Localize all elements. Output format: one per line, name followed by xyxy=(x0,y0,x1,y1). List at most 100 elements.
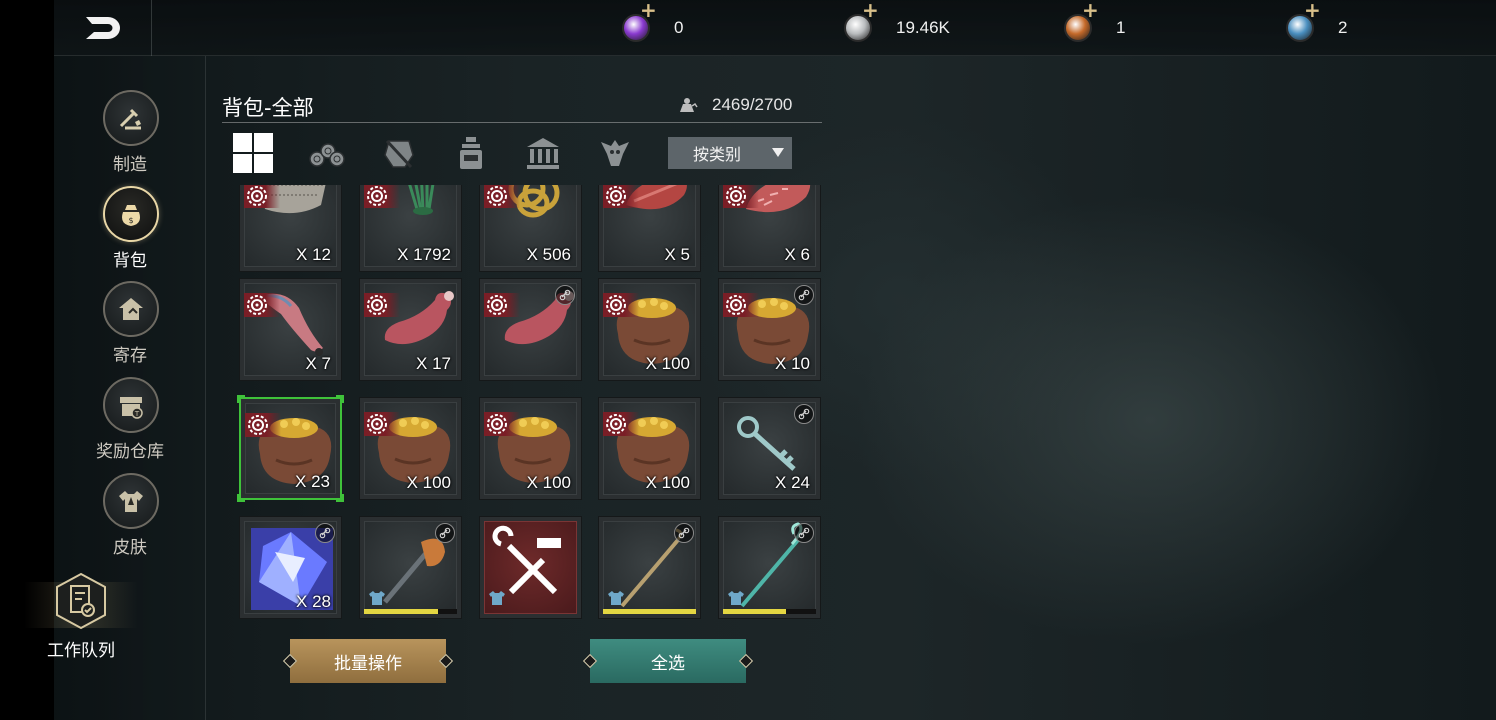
reward-warehouse-icon: T xyxy=(103,377,159,433)
inventory-slot[interactable]: X 1792 xyxy=(359,185,462,272)
tab-hide[interactable] xyxy=(374,130,424,176)
add-currency-icon[interactable]: + xyxy=(640,0,657,20)
material-badge-icon xyxy=(244,293,280,317)
inventory-slot[interactable]: X 24 xyxy=(718,397,821,500)
item-quantity: X 5 xyxy=(664,245,690,264)
durability-bar xyxy=(723,609,816,614)
bag-icon: $ xyxy=(103,186,159,242)
sidebar-item-reward-warehouse[interactable]: T 奖励仓库 xyxy=(54,377,206,467)
item-quantity: X 100 xyxy=(526,473,571,492)
inventory-slot[interactable] xyxy=(479,278,582,381)
inventory-slot[interactable]: X 10 xyxy=(718,278,821,381)
tab-building[interactable] xyxy=(518,130,568,176)
add-currency-icon[interactable]: + xyxy=(1082,0,1099,20)
sidebar-item-storage[interactable]: 寄存 xyxy=(54,281,206,371)
link-icon xyxy=(315,523,335,543)
select-all-button[interactable]: 全选 xyxy=(582,639,754,683)
material-badge-icon xyxy=(484,293,520,317)
material-badge-icon xyxy=(484,185,520,208)
title-divider xyxy=(222,122,822,123)
inventory-slot[interactable]: X 506 xyxy=(479,185,582,272)
tab-potion[interactable] xyxy=(446,130,496,176)
sort-dropdown[interactable]: 按类别 xyxy=(668,137,792,169)
inventory-slot[interactable]: X 28 xyxy=(239,516,342,619)
selection-corner xyxy=(336,395,344,403)
sidebar-item-crafting[interactable]: 制造 xyxy=(54,90,206,180)
page-title: 背包-全部 xyxy=(222,96,314,120)
currency-value: 0 xyxy=(674,18,684,37)
all-icon xyxy=(233,133,273,173)
currency-blue-gem: +2 xyxy=(1286,0,1348,48)
capacity-indicator: 2469/2700 xyxy=(678,95,792,115)
material-badge-icon xyxy=(484,412,520,436)
equipment-icon xyxy=(368,590,386,606)
inventory-slot[interactable]: X 100 xyxy=(359,397,462,500)
inventory-slot[interactable] xyxy=(598,516,701,619)
currency-value: 2 xyxy=(1338,18,1348,37)
equipment-icon xyxy=(488,590,506,606)
tab-all[interactable] xyxy=(228,130,278,176)
add-currency-icon[interactable]: + xyxy=(862,0,879,20)
inventory-slot[interactable]: X 23 xyxy=(237,395,344,502)
currency-silver-coin: +19.46K xyxy=(844,0,950,48)
work-queue-label: 工作队列 xyxy=(47,641,115,661)
item-quantity: X 6 xyxy=(784,245,810,264)
item-quantity: X 506 xyxy=(526,245,571,264)
work-queue-button[interactable]: 工作队列 xyxy=(24,572,138,661)
item-quantity: X 7 xyxy=(305,354,331,373)
inventory-slot[interactable] xyxy=(718,516,821,619)
inventory-slot[interactable]: X 7 xyxy=(239,278,342,381)
selection-corner xyxy=(336,494,344,502)
inventory-slot[interactable]: X 12 xyxy=(239,185,342,272)
currency-bronze-coin: +1 xyxy=(1064,0,1126,48)
inventory-slot[interactable]: X 100 xyxy=(598,397,701,500)
inventory-slot[interactable] xyxy=(479,516,582,619)
svg-text:T: T xyxy=(134,410,140,418)
item-quantity: X 1792 xyxy=(397,245,451,264)
item-quantity: X 10 xyxy=(775,354,810,373)
sidebar-item-bag[interactable]: $ 背包 xyxy=(54,186,206,276)
selection-corner xyxy=(237,395,245,403)
material-badge-icon xyxy=(723,185,759,208)
currency-value: 19.46K xyxy=(896,18,950,37)
sidebar-item-skin[interactable]: 皮肤 xyxy=(54,473,206,563)
batch-operation-button[interactable]: 批量操作 xyxy=(282,639,454,683)
inventory-slot[interactable]: X 5 xyxy=(598,185,701,272)
tab-creature[interactable] xyxy=(590,130,640,176)
material-badge-icon xyxy=(364,185,400,208)
material-badge-icon xyxy=(364,412,400,436)
top-bar xyxy=(54,0,1496,56)
svg-text:$: $ xyxy=(128,216,133,225)
back-button[interactable] xyxy=(54,0,152,56)
material-badge-icon xyxy=(244,185,280,208)
add-currency-icon[interactable]: + xyxy=(1304,0,1321,20)
currency-value: 1 xyxy=(1116,18,1126,37)
inventory-slot[interactable]: X 100 xyxy=(598,278,701,381)
item-quantity: X 23 xyxy=(295,472,330,491)
inventory-slot[interactable]: X 17 xyxy=(359,278,462,381)
tab-wood[interactable] xyxy=(302,130,352,176)
dropdown-arrow-icon xyxy=(772,148,784,157)
work-queue-icon xyxy=(54,572,108,630)
sidebar-item-label: 背包 xyxy=(113,251,147,271)
equipment-icon xyxy=(607,590,625,606)
building-icon xyxy=(527,138,559,169)
inventory-slot[interactable] xyxy=(359,516,462,619)
link-icon xyxy=(794,523,814,543)
creature-icon xyxy=(601,140,629,166)
crafting-icon xyxy=(103,90,159,146)
back-arrow-icon xyxy=(85,17,120,39)
wood-icon xyxy=(309,143,345,167)
link-icon xyxy=(794,285,814,305)
sidebar-item-label: 奖励仓库 xyxy=(96,442,164,462)
inventory-slot[interactable]: X 6 xyxy=(718,185,821,272)
link-icon xyxy=(555,285,575,305)
sidebar-item-label: 皮肤 xyxy=(113,538,147,558)
inventory-slot[interactable]: X 100 xyxy=(479,397,582,500)
sidebar-item-label: 寄存 xyxy=(113,346,147,366)
material-badge-icon xyxy=(603,293,639,317)
item-quantity: X 28 xyxy=(296,592,331,611)
sidebar-item-label: 制造 xyxy=(113,155,147,175)
inventory-grid: X 12 X 1792 X 506 X 5 X 6 X 7 X 17 X 100 X 10 X 2… xyxy=(230,185,830,621)
link-icon xyxy=(674,523,694,543)
